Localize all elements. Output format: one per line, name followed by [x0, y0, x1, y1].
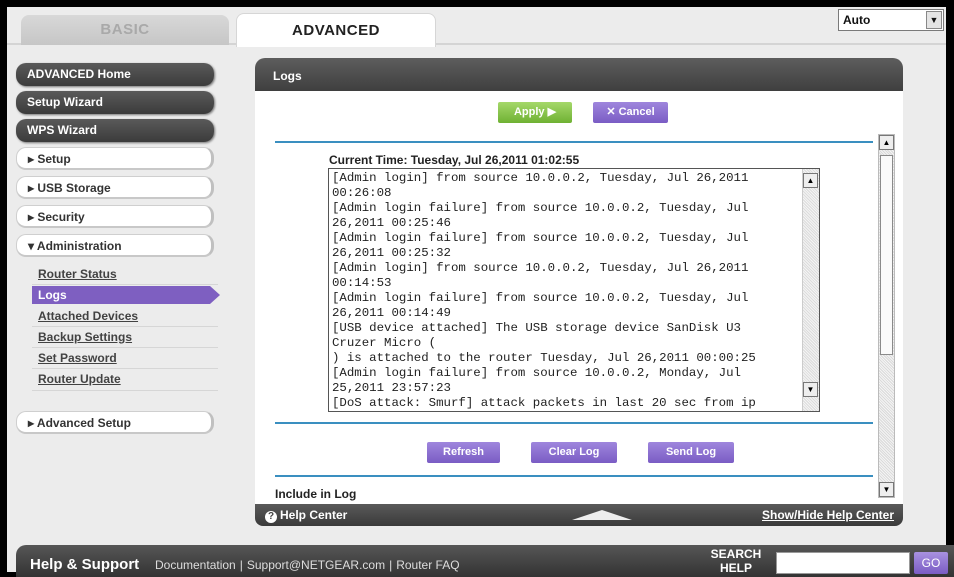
help-center-link[interactable]: ? Help Center	[265, 508, 347, 523]
sidebar-wps-wizard[interactable]: WPS Wizard	[16, 119, 214, 142]
log-line: [USB device attached] The USB storage de…	[332, 321, 741, 335]
scroll-up-icon[interactable]: ▲	[879, 135, 894, 150]
log-line: 26,2011 00:25:32	[332, 246, 451, 260]
go-button[interactable]: GO	[914, 552, 948, 574]
current-time: Current Time: Tuesday, Jul 26,2011 01:02…	[329, 153, 580, 167]
show-hide-help-link[interactable]: Show/Hide Help Center	[762, 508, 894, 522]
log-line: 26,2011 00:25:46	[332, 216, 451, 230]
question-icon: ?	[265, 511, 277, 523]
sidebar-administration[interactable]: ▾ Administration	[16, 234, 214, 257]
log-line: [Admin login failure] from source 10.0.0…	[332, 366, 741, 380]
expand-up-icon[interactable]	[572, 510, 632, 520]
log-line: Cruzer Micro (	[332, 336, 437, 350]
log-line: [Admin login] from source 10.0.0.2, Tues…	[332, 171, 749, 185]
documentation-link[interactable]: Documentation	[155, 558, 236, 572]
scroll-thumb[interactable]	[880, 155, 893, 355]
panel-scrollbar[interactable]: ▲ ▼	[878, 134, 895, 498]
log-line: ) is attached to the router Tuesday, Jul…	[332, 351, 756, 365]
sidebar-advanced-setup[interactable]: ▸ Advanced Setup	[16, 411, 214, 434]
log-line: 00:26:08	[332, 186, 392, 200]
log-line: [Admin login failure] from source 10.0.0…	[332, 201, 749, 215]
divider	[32, 284, 218, 285]
log-line: [Admin login failure] from source 10.0.0…	[332, 291, 749, 305]
support-email-link[interactable]: Support@NETGEAR.com	[247, 558, 385, 572]
log-line: [Admin login failure] from source 10.0.0…	[332, 231, 749, 245]
send-log-button[interactable]: Send Log	[648, 442, 734, 463]
divider	[275, 475, 873, 477]
sidebar-setup-wizard[interactable]: Setup Wizard	[16, 91, 214, 114]
divider	[32, 347, 218, 348]
log-content: [Admin login] from source 10.0.0.2, Tues…	[332, 171, 792, 411]
apply-button[interactable]: Apply ▶	[498, 102, 572, 123]
divider	[32, 326, 218, 327]
help-center-label: Help Center	[280, 508, 348, 522]
sidebar-security[interactable]: ▸ Security	[16, 205, 214, 228]
dropdown-arrow-icon[interactable]: ▼	[926, 11, 942, 29]
help-support-title: Help & Support	[30, 556, 140, 573]
tab-advanced[interactable]: ADVANCED	[236, 13, 436, 47]
scroll-down-icon[interactable]: ▼	[803, 382, 818, 397]
log-textarea[interactable]: [Admin login] from source 10.0.0.2, Tues…	[328, 168, 820, 412]
log-line: [DoS attack: Smurf] attack packets in la…	[332, 396, 756, 410]
divider	[275, 141, 873, 143]
include-in-log-heading: Include in Log	[275, 487, 357, 501]
sidebar-advanced-home[interactable]: ADVANCED Home	[16, 63, 214, 86]
search-help-label: SEARCH HELP	[710, 547, 762, 575]
sidebar-item-router-update[interactable]: Router Update	[38, 372, 121, 386]
log-line: 25,2011 23:57:23	[332, 381, 451, 395]
log-line: [Admin login] from source 10.0.0.2, Tues…	[332, 261, 749, 275]
scroll-down-icon[interactable]: ▼	[879, 482, 894, 497]
cancel-button[interactable]: ✕ Cancel	[593, 102, 668, 123]
sidebar-item-attached-devices[interactable]: Attached Devices	[38, 309, 138, 323]
sidebar-item-set-password[interactable]: Set Password	[38, 351, 117, 365]
top-tab-bar: BASIC ADVANCED	[7, 7, 946, 47]
scroll-up-icon[interactable]: ▲	[803, 173, 818, 188]
divider	[32, 368, 218, 369]
panel-title: Logs	[255, 58, 903, 91]
search-input[interactable]	[776, 552, 910, 574]
footer-links: Documentation | Support@NETGEAR.com | Router…	[155, 558, 460, 572]
sidebar-usb-storage[interactable]: ▸ USB Storage	[16, 176, 214, 199]
log-line: 26,2011 00:14:49	[332, 306, 451, 320]
log-scrollbar[interactable]: ▲ ▼	[802, 169, 819, 411]
router-faq-link[interactable]: Router FAQ	[396, 558, 459, 572]
refresh-button[interactable]: Refresh	[427, 442, 500, 463]
clear-log-button[interactable]: Clear Log	[531, 442, 617, 463]
divider	[32, 390, 218, 391]
sidebar-item-backup-settings[interactable]: Backup Settings	[38, 330, 132, 344]
sidebar-item-logs[interactable]: Logs	[32, 286, 220, 304]
tab-basic[interactable]: BASIC	[21, 15, 229, 45]
language-select-value: Auto	[843, 13, 871, 27]
divider	[275, 422, 873, 424]
language-select[interactable]: Auto ▼	[838, 9, 944, 31]
sidebar-setup[interactable]: ▸ Setup	[16, 147, 214, 170]
sidebar-item-router-status[interactable]: Router Status	[38, 267, 117, 281]
log-line: 00:14:53	[332, 276, 392, 290]
